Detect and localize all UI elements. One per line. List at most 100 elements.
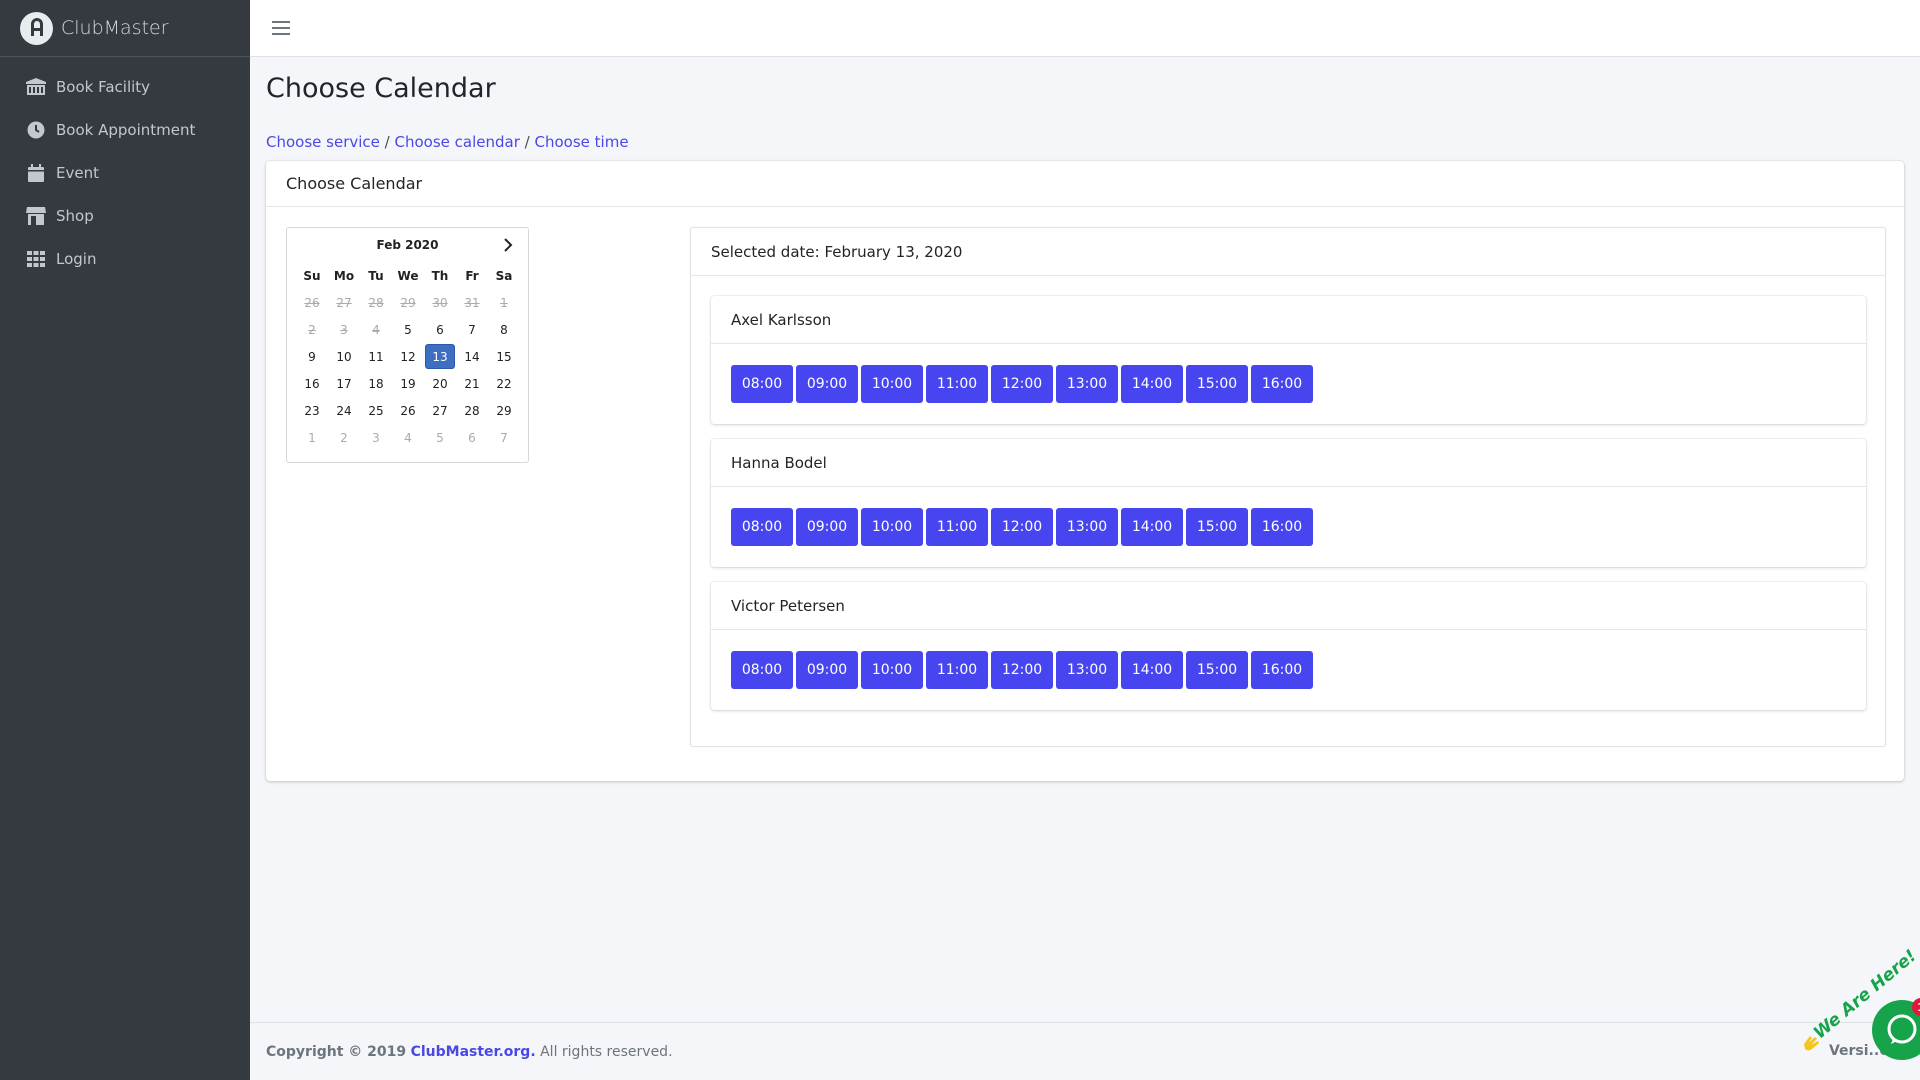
- calendar-day[interactable]: 28: [456, 397, 488, 424]
- store-icon: [26, 206, 46, 226]
- calendar-day: 28: [368, 295, 384, 310]
- sidebar-item-label: Shop: [56, 206, 94, 225]
- calendar-day[interactable]: 5: [392, 316, 424, 343]
- sidebar-item-shop[interactable]: Shop: [0, 194, 250, 237]
- weekday-label: Th: [431, 268, 449, 283]
- brand-logo-icon: [20, 11, 53, 45]
- breadcrumb-choose-service[interactable]: Choose service: [266, 133, 380, 151]
- calendar-day: 2: [308, 322, 316, 337]
- time-slot-button[interactable]: 15:00: [1186, 651, 1248, 689]
- sidebar-item-book-facility[interactable]: Book Facility: [0, 65, 250, 108]
- time-slot-button[interactable]: 16:00: [1251, 365, 1313, 403]
- weekday-label: Tu: [368, 268, 384, 283]
- calendar-day[interactable]: 9: [296, 343, 328, 370]
- calendar-day[interactable]: 25: [360, 397, 392, 424]
- calendar-day[interactable]: 10: [328, 343, 360, 370]
- time-slot-button[interactable]: 10:00: [861, 651, 923, 689]
- staff-card: Victor Petersen 08:00 09:00 10:00 11:00 12:0…: [711, 582, 1866, 710]
- chevron-right-icon[interactable]: [502, 238, 514, 252]
- time-slot-button[interactable]: 12:00: [991, 508, 1053, 546]
- time-slot-button[interactable]: 16:00: [1251, 508, 1313, 546]
- time-slot-button[interactable]: 09:00: [796, 365, 858, 403]
- calendar-day[interactable]: 7: [456, 316, 488, 343]
- weekday-label: Su: [303, 268, 321, 283]
- calendar-day: 26: [304, 295, 320, 310]
- calendar-day[interactable]: 6: [424, 316, 456, 343]
- calendar-day[interactable]: 26: [392, 397, 424, 424]
- sidebar-item-login[interactable]: Login: [0, 237, 250, 280]
- grid-icon: [26, 249, 46, 269]
- time-slot-button[interactable]: 10:00: [861, 508, 923, 546]
- calendar-day[interactable]: 2: [328, 424, 360, 451]
- calendar-day[interactable]: 5: [424, 424, 456, 451]
- calendar-day[interactable]: 21: [456, 370, 488, 397]
- time-slot-button[interactable]: 12:00: [991, 651, 1053, 689]
- time-slot-button[interactable]: 09:00: [796, 508, 858, 546]
- time-slot-button[interactable]: 08:00: [731, 365, 793, 403]
- time-slot-button[interactable]: 11:00: [926, 508, 988, 546]
- clock-icon: [26, 120, 46, 140]
- calendar-day[interactable]: 4: [392, 424, 424, 451]
- time-slot-button[interactable]: 14:00: [1121, 365, 1183, 403]
- calendar-day: 29: [400, 295, 416, 310]
- sidebar-nav: Book Facility Book Appointment Event Sho…: [0, 57, 250, 280]
- brand[interactable]: ClubMaster: [0, 0, 250, 57]
- staff-name: Axel Karlsson: [711, 296, 1866, 344]
- slot-list: 08:00 09:00 10:00 11:00 12:00 13:00 14:00 15:00…: [731, 365, 1316, 403]
- sidebar-item-label: Event: [56, 163, 99, 182]
- calendar-day[interactable]: 11: [360, 343, 392, 370]
- calendar-day[interactable]: 16: [296, 370, 328, 397]
- calendar-day[interactable]: 17: [328, 370, 360, 397]
- calendar-day[interactable]: 20: [424, 370, 456, 397]
- calendar-icon: [26, 163, 46, 183]
- calendar-day[interactable]: 23: [296, 397, 328, 424]
- time-slot-button[interactable]: 09:00: [796, 651, 858, 689]
- time-slot-button[interactable]: 08:00: [731, 651, 793, 689]
- footer-link[interactable]: ClubMaster.org.: [411, 1044, 536, 1060]
- calendar-day[interactable]: 15: [488, 343, 520, 370]
- time-slot-button[interactable]: 13:00: [1056, 651, 1118, 689]
- sidebar-item-book-appointment[interactable]: Book Appointment: [0, 108, 250, 151]
- time-slot-button[interactable]: 11:00: [926, 651, 988, 689]
- slot-list: 08:00 09:00 10:00 11:00 12:00 13:00 14:00 15:00…: [731, 508, 1316, 546]
- calendar-day[interactable]: 6: [456, 424, 488, 451]
- time-slot-button[interactable]: 13:00: [1056, 508, 1118, 546]
- calendar-day-label: 13: [425, 344, 455, 369]
- time-slot-button[interactable]: 15:00: [1186, 508, 1248, 546]
- time-slot-button[interactable]: 10:00: [861, 365, 923, 403]
- calendar-day[interactable]: 29: [488, 397, 520, 424]
- weekday-label: We: [397, 268, 419, 283]
- calendar-month-label: Feb 2020: [376, 238, 439, 252]
- time-slot-button[interactable]: 08:00: [731, 508, 793, 546]
- weekday-label: Fr: [465, 268, 479, 283]
- calendar-day[interactable]: 19: [392, 370, 424, 397]
- calendar-day[interactable]: 8: [488, 316, 520, 343]
- calendar-day[interactable]: 18: [360, 370, 392, 397]
- calendar-day-selected[interactable]: 13: [424, 343, 456, 370]
- staff-name: Hanna Bodel: [711, 439, 1866, 487]
- calendar-day[interactable]: 7: [488, 424, 520, 451]
- breadcrumb-choose-calendar[interactable]: Choose calendar: [395, 133, 520, 151]
- calendar-day[interactable]: 1: [296, 424, 328, 451]
- time-slot-button[interactable]: 12:00: [991, 365, 1053, 403]
- sidebar-item-event[interactable]: Event: [0, 151, 250, 194]
- time-slot-button[interactable]: 11:00: [926, 365, 988, 403]
- weekday-label: Sa: [495, 268, 513, 283]
- time-slot-button[interactable]: 16:00: [1251, 651, 1313, 689]
- menu-toggle-icon[interactable]: [272, 21, 290, 35]
- calendar-day: 27: [336, 295, 352, 310]
- time-slot-button[interactable]: 14:00: [1121, 508, 1183, 546]
- time-slot-button[interactable]: 13:00: [1056, 365, 1118, 403]
- chat-widget[interactable]: We Are Here! 1: [1800, 946, 1920, 1080]
- calendar-day[interactable]: 22: [488, 370, 520, 397]
- calendar-day[interactable]: 24: [328, 397, 360, 424]
- calendar-day[interactable]: 27: [424, 397, 456, 424]
- calendar-day[interactable]: 12: [392, 343, 424, 370]
- time-slot-button[interactable]: 15:00: [1186, 365, 1248, 403]
- calendar-header: Feb 2020: [287, 228, 528, 262]
- calendar-day[interactable]: 3: [360, 424, 392, 451]
- time-slot-button[interactable]: 14:00: [1121, 651, 1183, 689]
- calendar-day[interactable]: 14: [456, 343, 488, 370]
- topbar: [250, 0, 1920, 57]
- breadcrumb-choose-time[interactable]: Choose time: [535, 133, 629, 151]
